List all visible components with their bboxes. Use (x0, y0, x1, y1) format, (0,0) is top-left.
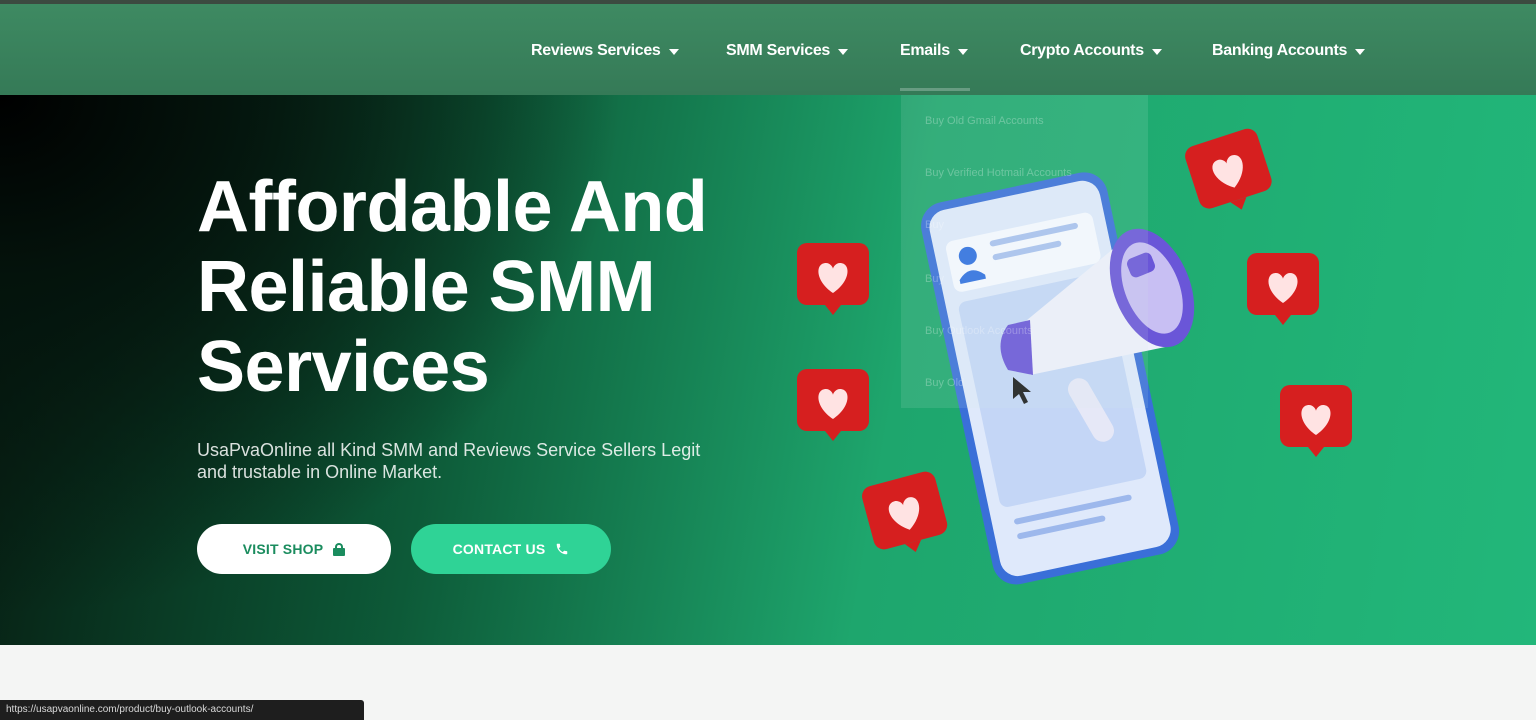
nav-label: SMM Services (726, 42, 831, 59)
hero-section: Affordable And Reliable SMM Services Usa… (0, 95, 1536, 645)
chevron-down-icon (838, 49, 849, 55)
dropdown-item[interactable]: Buy Old Gmail Accounts (925, 115, 1044, 127)
chevron-down-icon (1355, 49, 1366, 55)
nav-reviews-services[interactable]: Reviews Services (531, 37, 679, 65)
heart-badge-icon (797, 243, 869, 315)
dropdown-item[interactable]: Buy (925, 219, 944, 231)
headline-line: Reliable SMM (197, 247, 656, 327)
hero-subtext: UsaPvaOnline all Kind SMM and Reviews Se… (197, 439, 777, 483)
dropdown-item[interactable]: Buy Outlook Accounts (925, 325, 1033, 337)
nav-banking-accounts[interactable]: Banking Accounts (1212, 37, 1366, 65)
chevron-down-icon (1151, 49, 1162, 55)
heart-badge-icon (1247, 253, 1319, 325)
hero-headline: Affordable And Reliable SMM Services (197, 167, 817, 407)
heart-badge-icon (797, 369, 869, 441)
chevron-down-icon (957, 49, 968, 55)
dropdown-item[interactable]: Buy (925, 273, 944, 285)
nav-emails[interactable]: Emails (900, 37, 968, 65)
contact-us-button[interactable]: CONTACT US (411, 524, 611, 574)
emails-dropdown-menu: Buy Old Gmail Accounts Buy Verified Hotm… (901, 95, 1148, 408)
nav-label: Crypto Accounts (1020, 42, 1144, 59)
nav-label: Emails (900, 42, 950, 59)
dropdown-item[interactable]: Buy Old (925, 377, 964, 389)
subtext-line: and trustable in Online Market. (197, 462, 443, 482)
headline-line: Affordable And (197, 167, 708, 247)
nav-label: Reviews Services (531, 42, 661, 59)
nav-label: Banking Accounts (1212, 42, 1348, 59)
lock-icon (333, 542, 346, 556)
visit-shop-button[interactable]: VISIT SHOP (197, 524, 391, 574)
subtext-line: UsaPvaOnline all Kind SMM and Reviews Se… (197, 440, 701, 460)
link-status-bar: https://usapvaonline.com/product/buy-out… (0, 700, 364, 720)
active-nav-indicator (900, 88, 970, 91)
nav-smm-services[interactable]: SMM Services (726, 37, 849, 65)
nav-crypto-accounts[interactable]: Crypto Accounts (1020, 37, 1162, 65)
contact-us-label: CONTACT US (452, 541, 546, 557)
visit-shop-label: VISIT SHOP (242, 541, 324, 557)
dropdown-item[interactable]: Buy Verified Hotmail Accounts (925, 167, 1072, 179)
heart-badge-icon (1280, 385, 1352, 457)
phone-icon (557, 543, 568, 555)
chevron-down-icon (668, 49, 679, 55)
main-navigation: Reviews Services SMM Services Emails Cry… (0, 4, 1536, 95)
headline-line: Services (197, 327, 490, 407)
